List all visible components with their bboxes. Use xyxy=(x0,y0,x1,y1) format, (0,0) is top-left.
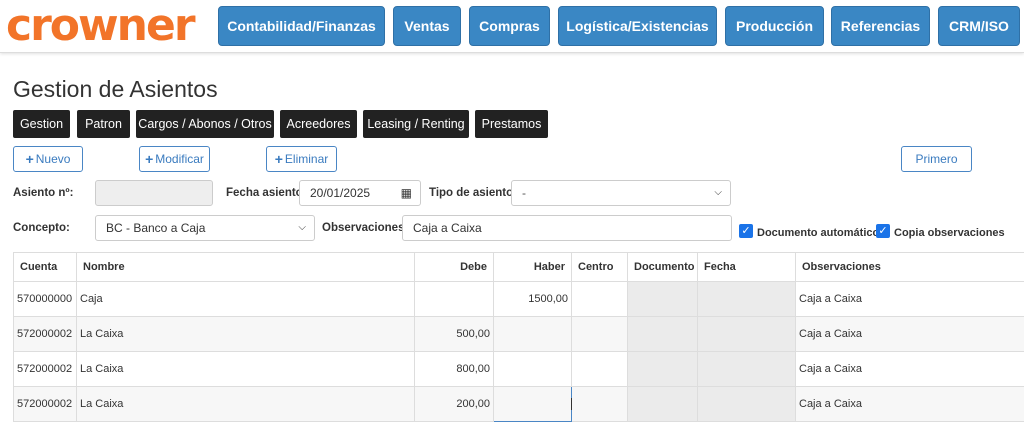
cell-fecha xyxy=(697,281,796,317)
cell-cuenta[interactable]: 572000002 xyxy=(13,316,77,352)
cell-observaciones[interactable]: Caja a Caixa xyxy=(795,351,1024,387)
cell-haber[interactable] xyxy=(493,316,572,352)
concepto-label: Concepto: xyxy=(13,222,70,234)
tab-patron[interactable]: Patron xyxy=(77,110,130,138)
cell-documento xyxy=(627,351,698,387)
cell-centro[interactable] xyxy=(571,386,628,422)
cell-debe[interactable] xyxy=(414,281,494,317)
tab-acreedores[interactable]: Acreedores xyxy=(280,110,357,138)
top-navbar: crowner Contabilidad/Finanzas Ventas Com… xyxy=(0,0,1024,53)
fecha-input[interactable]: 20/01/2025 ▦ xyxy=(299,180,421,206)
modificar-button[interactable]: + Modificar xyxy=(139,146,210,172)
cell-documento xyxy=(627,281,698,317)
nav-crm-iso[interactable]: CRM/ISO xyxy=(938,6,1020,46)
cell-cuenta[interactable]: 572000002 xyxy=(13,351,77,387)
cell-documento xyxy=(627,386,698,422)
nav-ventas[interactable]: Ventas xyxy=(393,6,461,46)
col-haber[interactable]: Haber xyxy=(493,252,572,282)
col-documento[interactable]: Documento xyxy=(627,252,698,282)
plus-icon: + xyxy=(25,151,34,167)
col-debe[interactable]: Debe xyxy=(414,252,494,282)
cell-centro[interactable] xyxy=(571,281,628,317)
documento-automatico-label: Documento automático xyxy=(757,227,880,239)
cell-nombre[interactable]: La Caixa xyxy=(76,351,415,387)
table-row[interactable]: 570000000 Caja 1500,00 Caja a Caixa xyxy=(13,281,1024,317)
page-title: Gestion de Asientos xyxy=(13,76,218,102)
cell-nombre[interactable]: La Caixa xyxy=(76,386,415,422)
tab-cargos-abonos[interactable]: Cargos / Abonos / Otros xyxy=(136,110,274,138)
asiento-label: Asiento nº: xyxy=(13,187,74,199)
asientos-table: Cuenta Nombre Debe Haber Centro Document… xyxy=(13,252,1024,422)
cell-observaciones[interactable]: Caja a Caixa xyxy=(795,316,1024,352)
nav-compras[interactable]: Compras xyxy=(469,6,550,46)
observaciones-label: Observaciones: xyxy=(322,222,409,234)
chevron-down-icon: ⌵ xyxy=(298,222,306,233)
primero-button[interactable]: Primero xyxy=(901,146,972,172)
nuevo-button[interactable]: + Nuevo xyxy=(13,146,83,172)
table-row[interactable]: 572000002 La Caixa 800,00 Caja a Caixa xyxy=(13,351,1024,387)
cell-observaciones[interactable]: Caja a Caixa xyxy=(795,281,1024,317)
cell-fecha xyxy=(697,316,796,352)
col-cuenta[interactable]: Cuenta xyxy=(13,252,77,282)
cell-nombre[interactable]: La Caixa xyxy=(76,316,415,352)
cell-fecha xyxy=(697,386,796,422)
chevron-down-icon: ⌵ xyxy=(714,187,722,198)
plus-icon: + xyxy=(274,151,283,167)
nav-referencias[interactable]: Referencias xyxy=(831,6,930,46)
cell-centro[interactable] xyxy=(571,316,628,352)
cell-cuenta[interactable]: 570000000 xyxy=(13,281,77,317)
cell-nombre[interactable]: Caja xyxy=(76,281,415,317)
table-row[interactable]: 572000002 La Caixa 500,00 Caja a Caixa xyxy=(13,316,1024,352)
cell-fecha xyxy=(697,351,796,387)
nav-produccion[interactable]: Producción xyxy=(725,6,824,46)
col-observaciones[interactable]: Observaciones xyxy=(795,252,1024,282)
text-cursor xyxy=(571,398,572,411)
tipo-select[interactable]: - ⌵ xyxy=(511,180,731,206)
col-nombre[interactable]: Nombre xyxy=(76,252,415,282)
documento-automatico-checkbox[interactable]: ✓ xyxy=(739,224,753,238)
table-header-row: Cuenta Nombre Debe Haber Centro Document… xyxy=(13,252,1024,282)
crownet-logo[interactable]: crowner xyxy=(6,2,196,50)
cell-haber-active[interactable] xyxy=(493,386,572,422)
cell-observaciones[interactable]: Caja a Caixa xyxy=(795,386,1024,422)
copia-observaciones-label: Copia observaciones xyxy=(894,227,1005,239)
plus-icon: + xyxy=(145,151,154,167)
asiento-input xyxy=(95,180,213,206)
cell-centro[interactable] xyxy=(571,351,628,387)
cell-debe[interactable]: 500,00 xyxy=(414,316,494,352)
tab-gestion[interactable]: Gestion xyxy=(13,110,70,138)
cell-debe[interactable]: 200,00 xyxy=(414,386,494,422)
nav-contabilidad[interactable]: Contabilidad/Finanzas xyxy=(218,6,385,46)
fecha-label: Fecha asiento: xyxy=(226,187,307,199)
nav-logistica[interactable]: Logística/Existencias xyxy=(558,6,717,46)
tab-leasing[interactable]: Leasing / Renting xyxy=(363,110,469,138)
col-fecha[interactable]: Fecha xyxy=(697,252,796,282)
cell-cuenta[interactable]: 572000002 xyxy=(13,386,77,422)
calendar-icon[interactable]: ▦ xyxy=(401,186,412,200)
copia-observaciones-checkbox[interactable]: ✓ xyxy=(876,224,890,238)
cell-haber[interactable]: 1500,00 xyxy=(493,281,572,317)
table-row[interactable]: 572000002 La Caixa 200,00 Caja a Caixa xyxy=(13,386,1024,422)
tipo-label: Tipo de asiento: xyxy=(429,187,517,199)
tab-prestamos[interactable]: Prestamos xyxy=(475,110,548,138)
col-centro[interactable]: Centro xyxy=(571,252,628,282)
observaciones-input[interactable]: Caja a Caixa xyxy=(402,215,732,241)
cell-debe[interactable]: 800,00 xyxy=(414,351,494,387)
eliminar-button[interactable]: + Eliminar xyxy=(266,146,337,172)
cell-documento xyxy=(627,316,698,352)
cell-haber[interactable] xyxy=(493,351,572,387)
concepto-select[interactable]: BC - Banco a Caja ⌵ xyxy=(95,215,315,241)
